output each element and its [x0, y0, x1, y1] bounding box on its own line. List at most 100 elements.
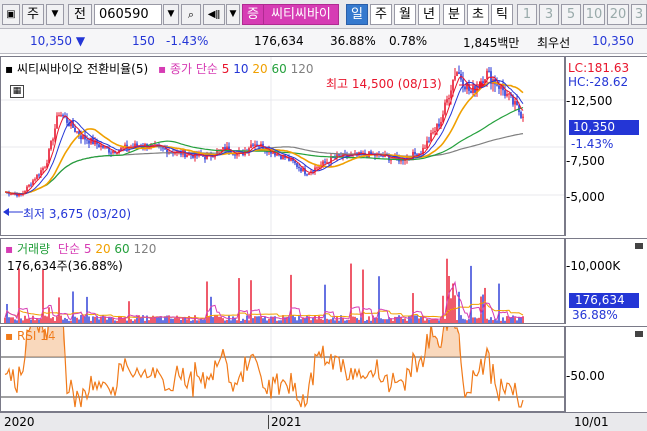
candle-body — [306, 174, 308, 176]
volume-bar — [194, 315, 196, 323]
ma10-label: 10 — [233, 62, 249, 76]
rsi-chart-panel[interactable]: ▪ RSI 14 — [0, 326, 565, 412]
candle-body — [34, 179, 36, 181]
volume-bar — [368, 316, 370, 323]
ma60-label: 60 — [271, 62, 287, 76]
speaker-dropdown-icon[interactable]: ▼ — [226, 4, 240, 25]
volume-bar — [92, 316, 94, 323]
candle-body — [464, 86, 466, 90]
candle-body — [50, 140, 52, 150]
scale-tick: -7,500 — [566, 154, 605, 168]
volume-legend[interactable]: ▪ 거래량 단순 5 20 60 120 — [5, 240, 156, 257]
period-day-button[interactable]: 일 — [346, 4, 368, 25]
interval-3-button[interactable]: 3 — [539, 4, 559, 25]
price-legend[interactable]: ▪ 씨티씨바이오 전환비율(5) ▪ 종가 단순 5 10 20 60 120 — [5, 60, 314, 77]
candle-body — [506, 93, 508, 96]
volume-bar — [394, 316, 396, 323]
volume-bar — [480, 296, 482, 323]
interval-5-button[interactable]: 5 — [561, 4, 581, 25]
volume-bar — [316, 319, 318, 323]
candle-body — [446, 99, 448, 103]
volume-bar — [486, 318, 488, 323]
interval-20-button[interactable]: 20 — [607, 4, 629, 25]
current-volume-pct: 36.88% — [572, 308, 618, 322]
period-tick-button[interactable]: 틱 — [491, 4, 513, 25]
interval-10-button[interactable]: 10 — [583, 4, 605, 25]
volume-bar — [228, 315, 230, 323]
speaker-icon[interactable]: ◀ǁ — [203, 4, 225, 25]
volume-bar — [94, 316, 96, 323]
stock-code-input[interactable]: 060590 — [94, 4, 162, 25]
volume-bar — [170, 318, 172, 323]
volume-bar — [16, 320, 18, 323]
candle-body — [54, 128, 56, 140]
volume-bar — [430, 319, 432, 323]
volume-bar — [222, 318, 224, 323]
candle-body — [452, 79, 454, 91]
volume-bar — [248, 320, 250, 323]
volume-bar — [140, 318, 142, 323]
volume-bar — [150, 317, 152, 323]
candle-body — [42, 168, 44, 171]
volume-bar — [130, 319, 132, 323]
candle-body — [112, 150, 114, 153]
chart-type-icon[interactable]: ▣ — [2, 4, 20, 25]
prefix-dropdown-icon[interactable]: ▼ — [46, 4, 64, 25]
stock-name[interactable]: 씨티씨바이 — [263, 4, 339, 25]
panel-close-icon[interactable] — [635, 243, 643, 249]
candle-body — [80, 135, 82, 140]
price-chart-panel[interactable]: ▪ 씨티씨바이오 전환비율(5) ▪ 종가 단순 5 10 20 60 120 … — [0, 56, 565, 236]
period-minute-button[interactable]: 분 — [443, 4, 465, 25]
candle-body — [488, 70, 490, 72]
volume-bar — [464, 319, 466, 323]
indicator-name: 씨티씨바이오 전환비율(5) — [16, 62, 149, 76]
period-month-button[interactable]: 월 — [394, 4, 416, 25]
volume-bar — [466, 320, 468, 323]
volume-chart-panel[interactable]: ▪ 거래량 단순 5 20 60 120 176,634주(36.88%) — [0, 238, 565, 324]
interval-1-button[interactable]: 1 — [517, 4, 537, 25]
volume-bar — [108, 317, 110, 323]
volume-bar — [46, 316, 48, 323]
x-label-date: 10/01 — [574, 415, 609, 429]
volume-bar — [116, 320, 118, 323]
volume-bar — [504, 320, 506, 323]
volume-bar — [478, 317, 480, 323]
volume-bar — [268, 318, 270, 323]
volume-bar — [490, 317, 492, 323]
code-label[interactable]: 전 — [68, 4, 92, 25]
period-week-button[interactable]: 주 — [370, 4, 392, 25]
volume-bar — [216, 315, 218, 323]
volume-bar — [238, 278, 240, 323]
period-second-button[interactable]: 초 — [467, 4, 489, 25]
candle-body — [30, 184, 32, 186]
volume-bar — [28, 318, 30, 323]
vol-ma60-label: 60 — [114, 242, 130, 256]
code-dropdown-icon[interactable]: ▼ — [163, 4, 179, 25]
volume-bar — [52, 317, 54, 323]
interval-30-button[interactable]: 3 — [631, 4, 647, 25]
volume-bar — [20, 318, 22, 323]
volume-bar — [348, 319, 350, 323]
volume-bar — [376, 318, 378, 323]
candle-body — [522, 116, 524, 118]
volume-bar — [476, 318, 478, 323]
volume-bar — [44, 315, 46, 323]
volume-scale: -10,000K 176,634 36.88% — [565, 238, 647, 324]
market-tag: 증 — [242, 4, 264, 25]
period-year-button[interactable]: 년 — [418, 4, 440, 25]
low-pointer-arrow-icon — [3, 208, 9, 216]
table-grid-icon[interactable]: ▦ — [10, 85, 24, 98]
search-icon[interactable]: ⌕ — [181, 4, 201, 25]
volume-bar — [398, 315, 400, 323]
volume-bar — [264, 316, 266, 323]
candle-body — [448, 97, 450, 100]
candle-body — [272, 152, 274, 154]
volume-bar — [520, 317, 522, 323]
rsi-legend[interactable]: ▪ RSI 14 — [5, 329, 56, 343]
volume-bar — [246, 315, 248, 323]
prefix-label[interactable]: 주 — [22, 4, 44, 25]
volume-bar — [334, 320, 336, 323]
ma5-label: 5 — [221, 62, 230, 76]
panel-close-icon[interactable] — [635, 331, 643, 337]
candle-body — [122, 147, 124, 149]
